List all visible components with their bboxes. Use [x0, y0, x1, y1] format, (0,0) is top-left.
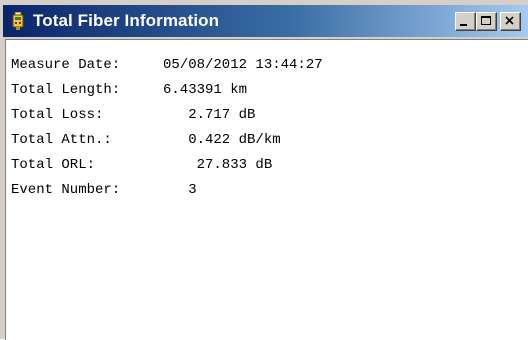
event-number-label: Event Number: — [11, 182, 121, 198]
info-row-total-loss: Total Loss: 2.717 dB — [11, 103, 323, 128]
fiber-device-icon — [12, 11, 24, 30]
total-orl-label: Total ORL: — [11, 157, 96, 173]
maximize-icon — [481, 16, 491, 25]
info-row-event-number: Event Number: 3 — [11, 178, 323, 203]
total-length-value: 6.43391 km — [163, 82, 248, 98]
info-row-total-length: Total Length: 6.43391 km — [11, 78, 323, 103]
info-lines: Measure Date: 05/08/2012 13:44:27 Total L… — [11, 53, 323, 203]
total-attn-label: Total Attn.: — [11, 132, 112, 148]
total-attn-value: 0.422 dB/km — [163, 132, 281, 148]
info-row-measure-date: Measure Date: 05/08/2012 13:44:27 — [11, 53, 323, 78]
title-bar[interactable]: Total Fiber Information — [3, 5, 528, 37]
total-length-label: Total Length: — [11, 82, 121, 98]
fiber-info-window: Total Fiber Information Measure Date: 05/… — [0, 0, 528, 340]
measure-date-value: 05/08/2012 13:44:27 — [163, 57, 323, 73]
measure-date-label: Measure Date: — [11, 57, 121, 73]
maximize-button[interactable] — [476, 12, 497, 31]
total-loss-label: Total Loss: — [11, 107, 104, 123]
close-button[interactable] — [500, 12, 521, 31]
window-title: Total Fiber Information — [33, 11, 220, 30]
total-loss-value: 2.717 dB — [163, 107, 256, 123]
total-orl-value: 27.833 dB — [163, 157, 273, 173]
minimize-button[interactable] — [455, 12, 476, 31]
close-icon — [505, 16, 514, 25]
minimize-icon — [460, 24, 467, 26]
event-number-value: 3 — [163, 182, 197, 198]
info-row-total-attn: Total Attn.: 0.422 dB/km — [11, 128, 323, 153]
info-row-total-orl: Total ORL: 27.833 dB — [11, 153, 323, 178]
info-panel: Measure Date: 05/08/2012 13:44:27 Total L… — [5, 39, 528, 340]
